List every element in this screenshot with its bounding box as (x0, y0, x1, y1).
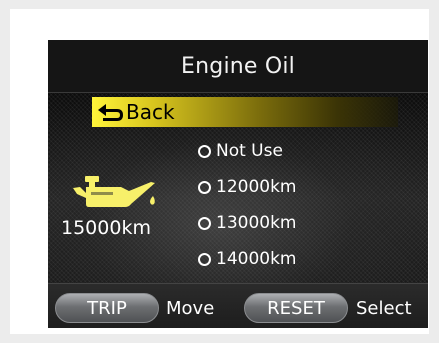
back-label: Back (126, 100, 175, 124)
page-title: Engine Oil (181, 53, 295, 79)
option-not-use[interactable]: Not Use (198, 133, 296, 169)
oil-can-icon (71, 174, 159, 214)
trip-button[interactable]: TRIP (55, 293, 159, 323)
display-frame: Engine Oil Back 15000km Not Use 12000km … (10, 9, 429, 334)
control-hints-bar: TRIP Move RESET Select (48, 283, 428, 328)
option-label: 13000km (216, 213, 297, 233)
current-oil-interval: 15000km (61, 217, 151, 239)
interval-options-list: Not Use 12000km 13000km 14000km (198, 133, 296, 277)
radio-unselected-icon (198, 180, 211, 194)
radio-unselected-icon (198, 216, 211, 230)
option-13000km[interactable]: 13000km (198, 205, 296, 241)
cluster-screen: Engine Oil Back 15000km Not Use 12000km … (48, 40, 428, 328)
option-14000km[interactable]: 14000km (198, 241, 296, 277)
radio-unselected-icon (198, 252, 211, 266)
title-bar: Engine Oil (48, 40, 428, 93)
move-hint: Move (166, 297, 215, 319)
reset-button[interactable]: RESET (244, 293, 348, 323)
select-hint: Select (356, 297, 412, 319)
option-label: Not Use (216, 141, 283, 161)
back-menu-item[interactable]: Back (92, 97, 398, 127)
option-12000km[interactable]: 12000km (198, 169, 296, 205)
return-arrow-icon (94, 97, 124, 127)
settings-panel: Back 15000km Not Use 12000km 13000km 140… (48, 93, 428, 283)
option-label: 14000km (216, 249, 297, 269)
radio-unselected-icon (198, 144, 211, 158)
option-label: 12000km (216, 177, 297, 197)
